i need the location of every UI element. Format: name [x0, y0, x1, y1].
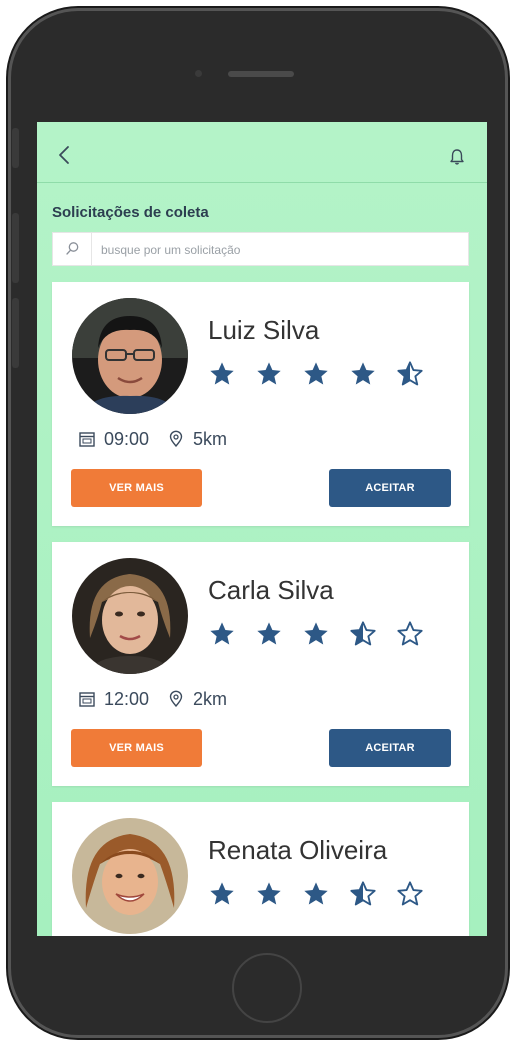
- ver-mais-button[interactable]: VER MAIS: [71, 729, 202, 767]
- rating-stars: [208, 880, 443, 910]
- avatar: [72, 558, 188, 674]
- request-time: 12:00: [104, 688, 150, 709]
- rating-stars: [208, 620, 443, 650]
- star-filled-icon: [257, 362, 281, 385]
- chevron-left-icon[interactable]: [57, 144, 71, 166]
- request-card: Carla Silva 12:00 2km VER MAIS ACEITAR: [52, 542, 469, 786]
- request-meta: 09:00 5km: [78, 427, 227, 451]
- location-pin-icon: [169, 690, 183, 708]
- request-distance: 5km: [193, 428, 228, 449]
- mute-switch: [12, 128, 19, 168]
- top-bar: [37, 122, 487, 183]
- calendar-icon: [79, 692, 95, 707]
- request-meta: 12:00 2km: [78, 687, 227, 711]
- aceitar-button[interactable]: ACEITAR: [329, 729, 451, 767]
- star-filled-icon: [257, 882, 281, 905]
- avatar: [72, 298, 188, 414]
- search-icon: [66, 242, 79, 255]
- star-half-icon: [350, 881, 376, 906]
- star-filled-icon: [304, 882, 328, 905]
- request-card: Renata Oliveira: [52, 802, 469, 936]
- star-empty-icon: [397, 881, 423, 906]
- requester-name: Carla Silva: [208, 575, 334, 605]
- star-filled-icon: [304, 622, 328, 645]
- volume-up-button: [12, 213, 19, 283]
- star-filled-icon: [304, 362, 328, 385]
- calendar-icon: [79, 432, 95, 447]
- volume-down-button: [12, 298, 19, 368]
- star-filled-icon: [210, 362, 234, 385]
- star-filled-icon: [351, 362, 375, 385]
- request-card: Luiz Silva 09:00 5km VER MAIS ACEITAR: [52, 282, 469, 526]
- star-empty-icon: [397, 621, 423, 646]
- aceitar-button[interactable]: ACEITAR: [329, 469, 451, 507]
- location-pin-icon: [169, 430, 183, 448]
- requester-name: Renata Oliveira: [208, 835, 388, 865]
- star-filled-icon: [210, 622, 234, 645]
- home-button[interactable]: [232, 953, 302, 1023]
- request-distance: 2km: [193, 688, 228, 709]
- search-input[interactable]: [99, 233, 463, 267]
- search-button[interactable]: [53, 233, 92, 265]
- star-half-icon: [350, 621, 376, 646]
- request-time: 09:00: [104, 428, 150, 449]
- requester-name: Luiz Silva: [208, 315, 320, 345]
- earpiece-speaker: [228, 71, 294, 77]
- avatar: [72, 818, 188, 934]
- page-title: Solicitações de coleta: [52, 204, 209, 221]
- front-camera: [195, 70, 202, 77]
- star-filled-icon: [210, 882, 234, 905]
- search-bar[interactable]: [52, 232, 469, 267]
- star-half-icon: [397, 361, 423, 386]
- app-screen: Solicitações de coleta Luiz Si: [37, 122, 487, 936]
- ver-mais-button[interactable]: VER MAIS: [71, 469, 202, 507]
- rating-stars: [208, 360, 443, 390]
- bell-icon[interactable]: [449, 148, 465, 166]
- star-filled-icon: [257, 622, 281, 645]
